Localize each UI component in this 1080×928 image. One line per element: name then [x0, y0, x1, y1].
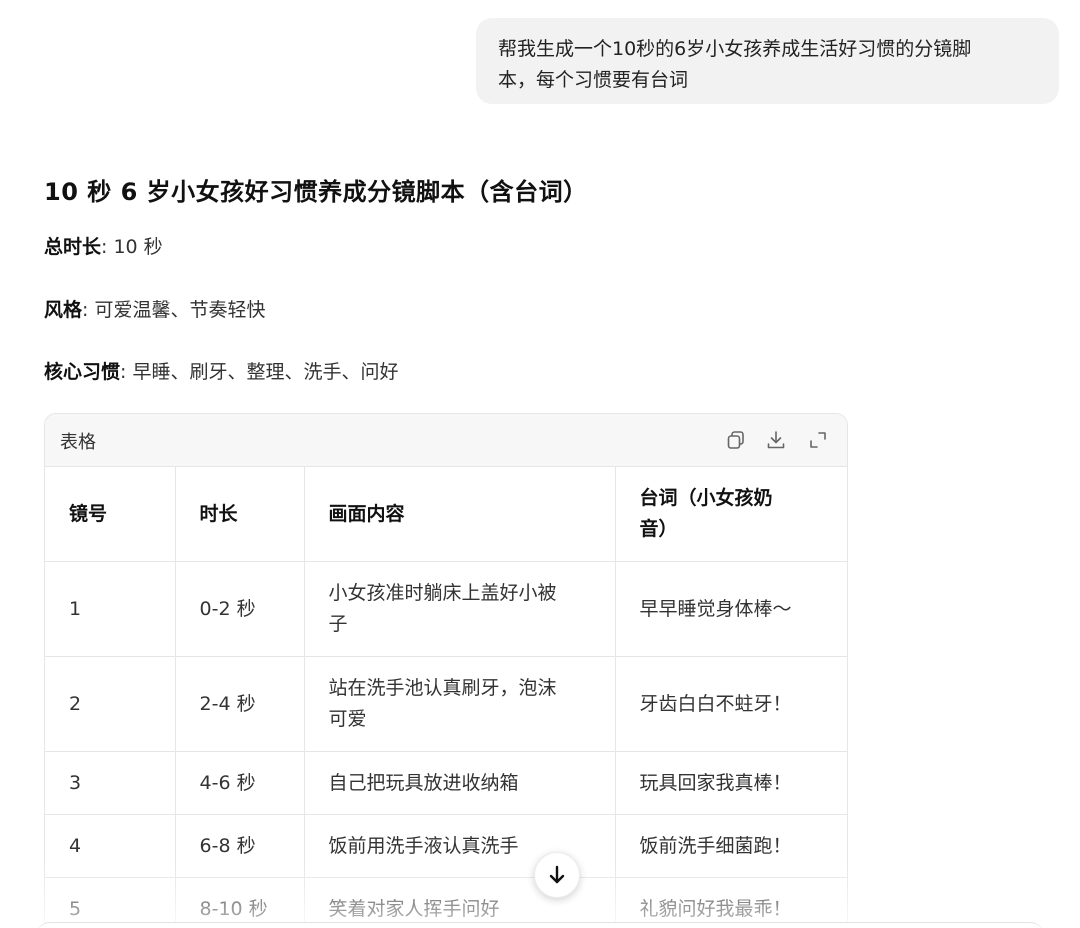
cell-scene-line-2: 可爱: [328, 708, 367, 730]
cell-scene: 站在洗手池认真刷牙，泡沫 可爱: [303, 656, 616, 752]
cell-dialogue: 饭前洗手细菌跑！: [614, 814, 847, 878]
table-row: 2 2-4 秒 站在洗手池认真刷牙，泡沫 可爱 牙齿白白不蛀牙！: [45, 656, 847, 752]
download-icon[interactable]: [765, 429, 787, 451]
column-header-dialogue-line-1: 台词（小女孩奶: [639, 487, 773, 509]
meta-key: 风格: [44, 299, 83, 321]
table-label: 表格: [60, 432, 96, 453]
cell-scene-line-1: 小女孩准时躺床上盖好小被: [328, 582, 557, 604]
user-message-bubble: 帮我生成一个10秒的6岁小女孩养成生活好习惯的分镜脚 本，每个习惯要有台词: [476, 18, 1059, 104]
cell-shot: 1: [45, 561, 176, 657]
meta-key: 核心习惯: [44, 361, 121, 383]
storyboard-table: 镜号 时长 画面内容 台词（小女孩奶 音） 1 0-2 秒 小女孩准时躺床上盖好…: [45, 467, 847, 928]
response-title: 10 秒 6 岁小女孩好习惯养成分镜脚本（含台词）: [44, 178, 588, 206]
column-header-duration: 时长: [174, 467, 305, 562]
cell-scene-line-1: 站在洗手池认真刷牙，泡沫: [328, 677, 557, 699]
chat-page: 帮我生成一个10秒的6岁小女孩养成生活好习惯的分镜脚 本，每个习惯要有台词 10…: [0, 0, 1080, 928]
cell-dialogue: 早早睡觉身体棒～: [614, 561, 847, 657]
table-header-bar: 表格: [45, 414, 847, 467]
cell-shot: 3: [45, 751, 176, 815]
meta-value: 可爱温馨、节奏轻快: [94, 299, 266, 321]
cell-duration: 4-6 秒: [174, 751, 305, 815]
copy-icon[interactable]: [725, 429, 747, 451]
table-row: 5 8-10 秒 笑着对家人挥手问好 礼貌问好我最乖！: [45, 877, 847, 928]
cell-shot: 4: [45, 814, 176, 878]
cell-duration: 6-8 秒: [174, 814, 305, 878]
cell-dialogue: 玩具回家我真棒！: [614, 751, 847, 815]
meta-separator: :: [82, 299, 89, 321]
cell-dialogue: 礼貌问好我最乖！: [614, 877, 847, 928]
cell-scene: 自己把玩具放进收纳箱: [303, 751, 616, 815]
cell-shot: 5: [45, 877, 176, 928]
user-message-line-2: 本，每个习惯要有台词: [498, 69, 689, 91]
table-row: 4 6-8 秒 饭前用洗手液认真洗手 饭前洗手细菌跑！: [45, 814, 847, 878]
cell-scene: 小女孩准时躺床上盖好小被 子: [303, 561, 616, 657]
cell-shot: 2: [45, 656, 176, 752]
meta-value: 10 秒: [113, 236, 163, 258]
cell-dialogue: 牙齿白白不蛀牙！: [614, 656, 847, 752]
meta-style: 风格: 可爱温馨、节奏轻快: [44, 295, 265, 322]
meta-key: 总时长: [44, 236, 102, 258]
scroll-to-bottom-button[interactable]: [534, 852, 580, 898]
column-header-dialogue: 台词（小女孩奶 音）: [614, 467, 847, 562]
table-row: 1 0-2 秒 小女孩准时躺床上盖好小被 子 早早睡觉身体棒～: [45, 561, 847, 657]
meta-value: 早睡、刷牙、整理、洗手、问好: [132, 361, 399, 383]
meta-separator: :: [120, 361, 127, 383]
arrow-down-icon: [549, 865, 565, 884]
column-header-dialogue-line-2: 音）: [639, 518, 678, 540]
column-header-scene: 画面内容: [303, 467, 616, 562]
column-header-shot: 镜号: [45, 467, 176, 562]
table-header-row: 镜号 时长 画面内容 台词（小女孩奶 音）: [45, 467, 847, 562]
cell-scene-line-2: 子: [328, 613, 348, 635]
table-row: 3 4-6 秒 自己把玩具放进收纳箱 玩具回家我真棒！: [45, 751, 847, 815]
chat-input-box[interactable]: [36, 922, 1044, 928]
cell-duration: 2-4 秒: [174, 656, 305, 752]
user-message-line-1: 帮我生成一个10秒的6岁小女孩养成生活好习惯的分镜脚: [498, 38, 972, 60]
cell-duration: 0-2 秒: [174, 561, 305, 657]
meta-separator: :: [101, 236, 108, 258]
meta-total-duration: 总时长: 10 秒: [44, 232, 163, 259]
cell-duration: 8-10 秒: [174, 877, 305, 928]
expand-icon[interactable]: [807, 429, 829, 451]
table-card: 表格 镜号 时长 画面内容 台词（小女孩奶 音） 1 0-2 秒 小女孩准时躺床…: [44, 413, 848, 928]
meta-core-habits: 核心习惯: 早睡、刷牙、整理、洗手、问好: [44, 357, 398, 384]
